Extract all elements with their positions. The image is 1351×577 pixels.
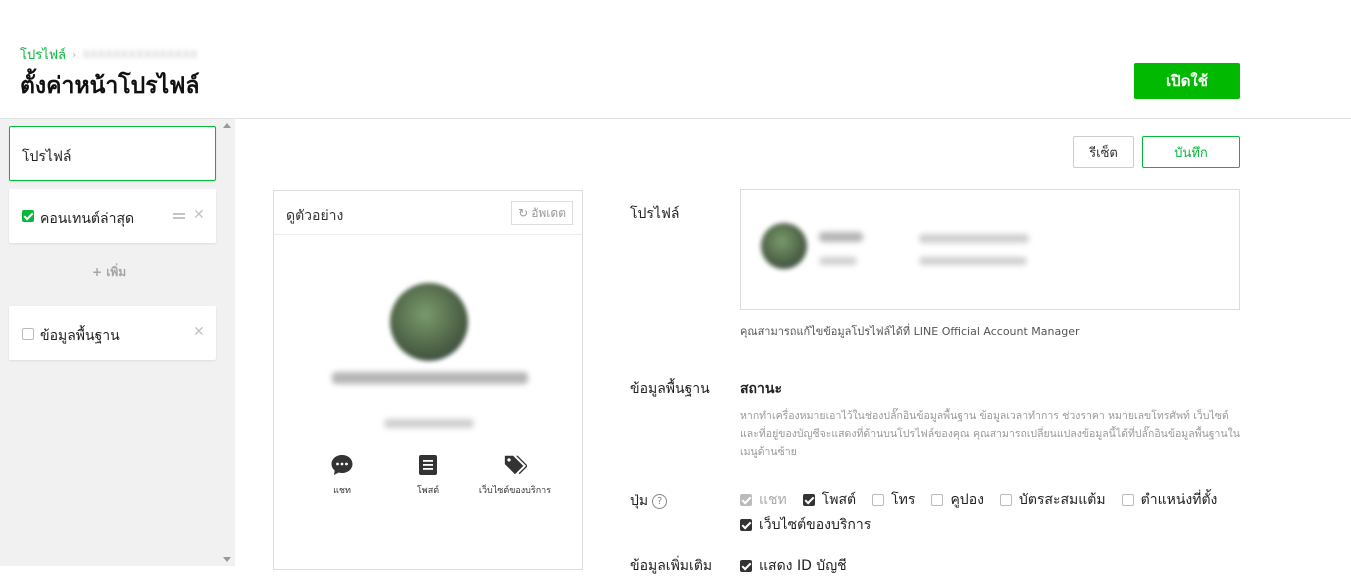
reset-button[interactable]: รีเซ็ต — [1073, 136, 1134, 168]
preview-title: ดูตัวอย่าง — [286, 208, 344, 224]
scroll-up-icon[interactable] — [223, 123, 231, 128]
buttons-section-label: ปุ่ม ? — [630, 490, 668, 512]
sidebar-item-basic-info[interactable]: ข้อมูลพื้นฐาน ✕ — [9, 306, 216, 360]
chat-icon — [330, 453, 354, 477]
preview-panel: ดูตัวอย่าง ↻ อัพเดต แชท โพสต์ เว็บไซต์ขอ… — [273, 190, 583, 570]
sidebar-item-label: ข้อมูลพื้นฐาน — [40, 328, 120, 344]
profile-summary-box — [740, 189, 1240, 310]
option-reward-card[interactable]: บัตรสะสมแต้ม — [999, 489, 1106, 511]
help-icon[interactable]: ? — [652, 493, 668, 509]
blurred-account-id — [384, 419, 474, 428]
option-location[interactable]: ตำแหน่งที่ตั้ง — [1121, 489, 1218, 511]
scroll-down-icon[interactable] — [223, 557, 231, 562]
preview-button-label: โพสต์ — [416, 486, 440, 496]
blurred-field — [919, 234, 1029, 243]
update-preview-button[interactable]: ↻ อัพเดต — [511, 201, 573, 225]
call-checkbox[interactable] — [872, 494, 885, 506]
extra-options-row: แสดง ID บัญชี — [740, 555, 863, 577]
post-checkbox[interactable] — [802, 494, 815, 506]
preview-service-website-button: เว็บไซต์ของบริการ — [470, 453, 560, 497]
sidebar-scrollbar[interactable] — [220, 119, 234, 566]
buttons-label-text: ปุ่ม — [630, 493, 649, 509]
blurred-account-name — [332, 372, 528, 384]
profile-edit-note: คุณสามารถแก้ไขข้อมูลโปรไฟล์ได้ที่ LINE O… — [740, 325, 1080, 338]
basic-info-checkbox[interactable] — [22, 328, 34, 340]
basic-info-note: หากทำเครื่องหมายเอาไว้ในช่องปลั๊กอินข้อม… — [740, 410, 1240, 458]
preview-post-button: โพสต์ — [383, 453, 473, 497]
page-header: โปรไฟล์ › xxxxxxxxxxxxxxx ตั้งค่าหน้าโปร… — [0, 0, 1351, 119]
enable-button[interactable]: เปิดใช้ — [1134, 63, 1240, 99]
extra-info-label: ข้อมูลเพิ่มเติม — [630, 558, 713, 574]
option-call[interactable]: โทร — [872, 489, 915, 511]
sidebar-item-latest-content[interactable]: คอนเทนต์ล่าสุด ✕ — [9, 189, 216, 243]
page-title: ตั้งค่าหน้าโปรไฟล์ — [20, 73, 200, 99]
blurred-field — [919, 257, 1027, 265]
show-account-id-checkbox[interactable] — [740, 560, 752, 572]
sidebar-item-profile[interactable]: โปรไฟล์ — [9, 126, 216, 181]
breadcrumb: โปรไฟล์ › xxxxxxxxxxxxxxx — [20, 44, 198, 65]
option-post[interactable]: โพสต์ — [802, 489, 857, 511]
button-options-row-1: แชท โพสต์ โทร คูปอง บัตรสะสมแต้ม ตำแหน่ง… — [740, 489, 1233, 511]
tag-icon — [503, 453, 527, 477]
latest-content-checkbox[interactable] — [22, 210, 34, 222]
option-chat: แชท — [740, 489, 787, 511]
preview-header: ดูตัวอย่าง ↻ อัพเดต — [274, 191, 582, 235]
refresh-icon: ↻ — [518, 206, 529, 220]
option-label: โทร — [891, 492, 916, 508]
profile-section-label: โปรไฟล์ — [630, 206, 680, 222]
option-label: เว็บไซต์ของบริการ — [759, 517, 872, 533]
button-options-row-2: เว็บไซต์ของบริการ — [740, 514, 887, 536]
breadcrumb-current: xxxxxxxxxxxxxxx — [82, 47, 198, 62]
preview-chat-button: แชท — [297, 453, 387, 497]
option-label: บัตรสะสมแต้ม — [1018, 492, 1106, 508]
preview-button-label: แชท — [333, 486, 351, 496]
option-label: แชท — [759, 492, 787, 508]
post-icon — [416, 453, 440, 477]
option-label: โพสต์ — [821, 492, 857, 508]
option-label: คูปอง — [950, 492, 984, 508]
location-checkbox[interactable] — [1121, 494, 1134, 506]
option-service-website[interactable]: เว็บไซต์ของบริการ — [740, 514, 871, 536]
blurred-field — [819, 232, 863, 242]
reward-card-checkbox[interactable] — [999, 494, 1012, 506]
coupon-checkbox[interactable] — [931, 494, 944, 506]
breadcrumb-separator: › — [71, 48, 77, 61]
profile-avatar — [761, 223, 807, 269]
basic-info-label: ข้อมูลพื้นฐาน — [630, 381, 710, 397]
option-label: แสดง ID บัญชี — [759, 558, 847, 574]
drag-handle-icon[interactable] — [173, 213, 185, 219]
remove-icon[interactable]: ✕ — [193, 207, 205, 223]
option-show-account-id[interactable]: แสดง ID บัญชี — [740, 555, 847, 577]
breadcrumb-root-link[interactable]: โปรไฟล์ — [20, 44, 66, 65]
sidebar-item-label: คอนเทนต์ล่าสุด — [40, 211, 135, 227]
sidebar-item-label: โปรไฟล์ — [22, 149, 72, 165]
save-button[interactable]: บันทึก — [1142, 136, 1240, 168]
blurred-field — [819, 257, 857, 265]
update-label: อัพเดต — [531, 205, 566, 220]
preview-button-label: เว็บไซต์ของบริการ — [478, 486, 552, 496]
add-plugin-button[interactable]: + เพิ่ม — [92, 263, 126, 282]
option-label: ตำแหน่งที่ตั้ง — [1140, 492, 1218, 508]
option-coupon[interactable]: คูปอง — [931, 489, 984, 511]
chat-checkbox — [740, 494, 752, 506]
preview-avatar — [390, 283, 468, 361]
status-label: สถานะ — [740, 381, 782, 397]
service-website-checkbox[interactable] — [740, 519, 752, 531]
remove-icon[interactable]: ✕ — [193, 324, 205, 340]
